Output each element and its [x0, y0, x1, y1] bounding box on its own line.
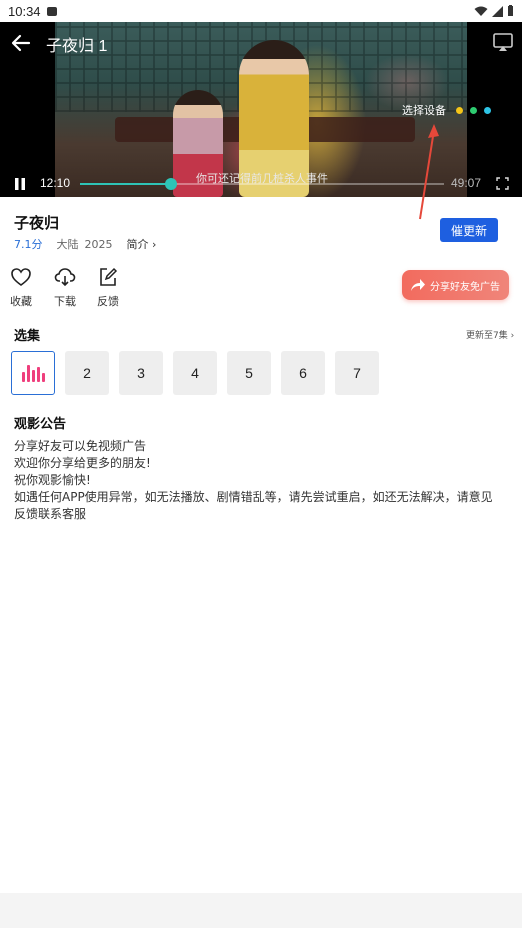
feedback-button[interactable]: 反馈: [88, 266, 128, 309]
device-dot-cyan: [484, 106, 491, 114]
notice-line: 祝你观影愉快!: [14, 473, 91, 487]
share-arrow-icon: [411, 279, 425, 291]
heart-icon: [11, 268, 31, 286]
favorite-button[interactable]: 收藏: [1, 266, 41, 309]
episode-list: 2 3 4 5 6 7: [11, 351, 379, 395]
action-row: 收藏 下载 反馈: [0, 266, 180, 309]
bottom-bar: [0, 893, 522, 928]
choose-device[interactable]: 选择设备: [402, 102, 491, 118]
notice-line: 分享好友可以免视频广告: [14, 439, 147, 453]
device-dot-yellow: [456, 106, 463, 114]
share-button[interactable]: 分享好友免广告: [402, 270, 509, 300]
cloud-download-icon: [54, 268, 76, 287]
current-time: 12:10: [40, 176, 71, 190]
show-meta: 7.1分 大陆 2025 简介 ›: [14, 236, 156, 252]
playing-indicator-icon: [21, 364, 45, 382]
download-button[interactable]: 下载: [45, 266, 85, 309]
device-dots: [456, 106, 491, 114]
cast-icon[interactable]: [492, 32, 514, 52]
edit-icon: [100, 267, 118, 286]
show-region: 大陆: [56, 238, 79, 251]
episodes-update-link[interactable]: 更新至7集 ›: [466, 328, 514, 341]
episode-item-2[interactable]: 2: [65, 351, 109, 395]
episode-item-5[interactable]: 5: [227, 351, 271, 395]
total-time: 49:07: [451, 176, 482, 190]
episode-item-1[interactable]: [11, 351, 55, 395]
episodes-title: 选集: [14, 329, 41, 344]
status-icons: [474, 5, 514, 17]
device-dot-green: [470, 106, 477, 114]
status-bar: 10:34: [0, 0, 522, 22]
progress-bar[interactable]: [80, 178, 444, 190]
fullscreen-icon[interactable]: [496, 177, 509, 190]
favorite-label: 收藏: [10, 295, 32, 308]
choose-device-label: 选择设备: [402, 104, 446, 117]
episode-item-4[interactable]: 4: [173, 351, 217, 395]
show-year: 2025: [84, 237, 113, 251]
request-update-button[interactable]: 催更新: [440, 218, 498, 242]
episode-item-7[interactable]: 7: [335, 351, 379, 395]
feedback-label: 反馈: [97, 295, 119, 308]
video-player[interactable]: 子夜归 1 选择设备 你可还记得前几桩杀人事件 12:10 49:07: [0, 22, 522, 197]
annotation-arrow-icon: [419, 124, 439, 220]
notice-body: 分享好友可以免视频广告 欢迎你分享给更多的朋友! 祝你观影愉快! 如遇任何APP…: [14, 438, 494, 523]
signal-icon: [492, 5, 503, 17]
episode-item-3[interactable]: 3: [119, 351, 163, 395]
back-arrow-icon[interactable]: [10, 32, 32, 54]
progress-handle[interactable]: [165, 178, 177, 190]
intro-link[interactable]: 简介 ›: [127, 236, 157, 252]
notification-icon: [46, 6, 57, 16]
progress-fill: [80, 183, 171, 185]
notice-line: 欢迎你分享给更多的朋友!: [14, 456, 151, 470]
download-label: 下载: [54, 295, 76, 308]
wifi-icon: [474, 6, 488, 16]
video-title: 子夜归 1: [46, 38, 108, 55]
status-time: 10:34: [8, 3, 41, 19]
pause-icon[interactable]: [13, 177, 27, 191]
show-title: 子夜归: [14, 214, 60, 232]
share-label: 分享好友免广告: [430, 281, 500, 293]
battery-icon: [508, 5, 513, 16]
episode-item-6[interactable]: 6: [281, 351, 325, 395]
notice-title: 观影公告: [14, 417, 67, 432]
notice-line: 如遇任何APP使用异常，如无法播放、剧情错乱等，请先尝试重启，如还无法解决，请意…: [14, 490, 493, 521]
show-score: 7.1分: [14, 238, 43, 251]
